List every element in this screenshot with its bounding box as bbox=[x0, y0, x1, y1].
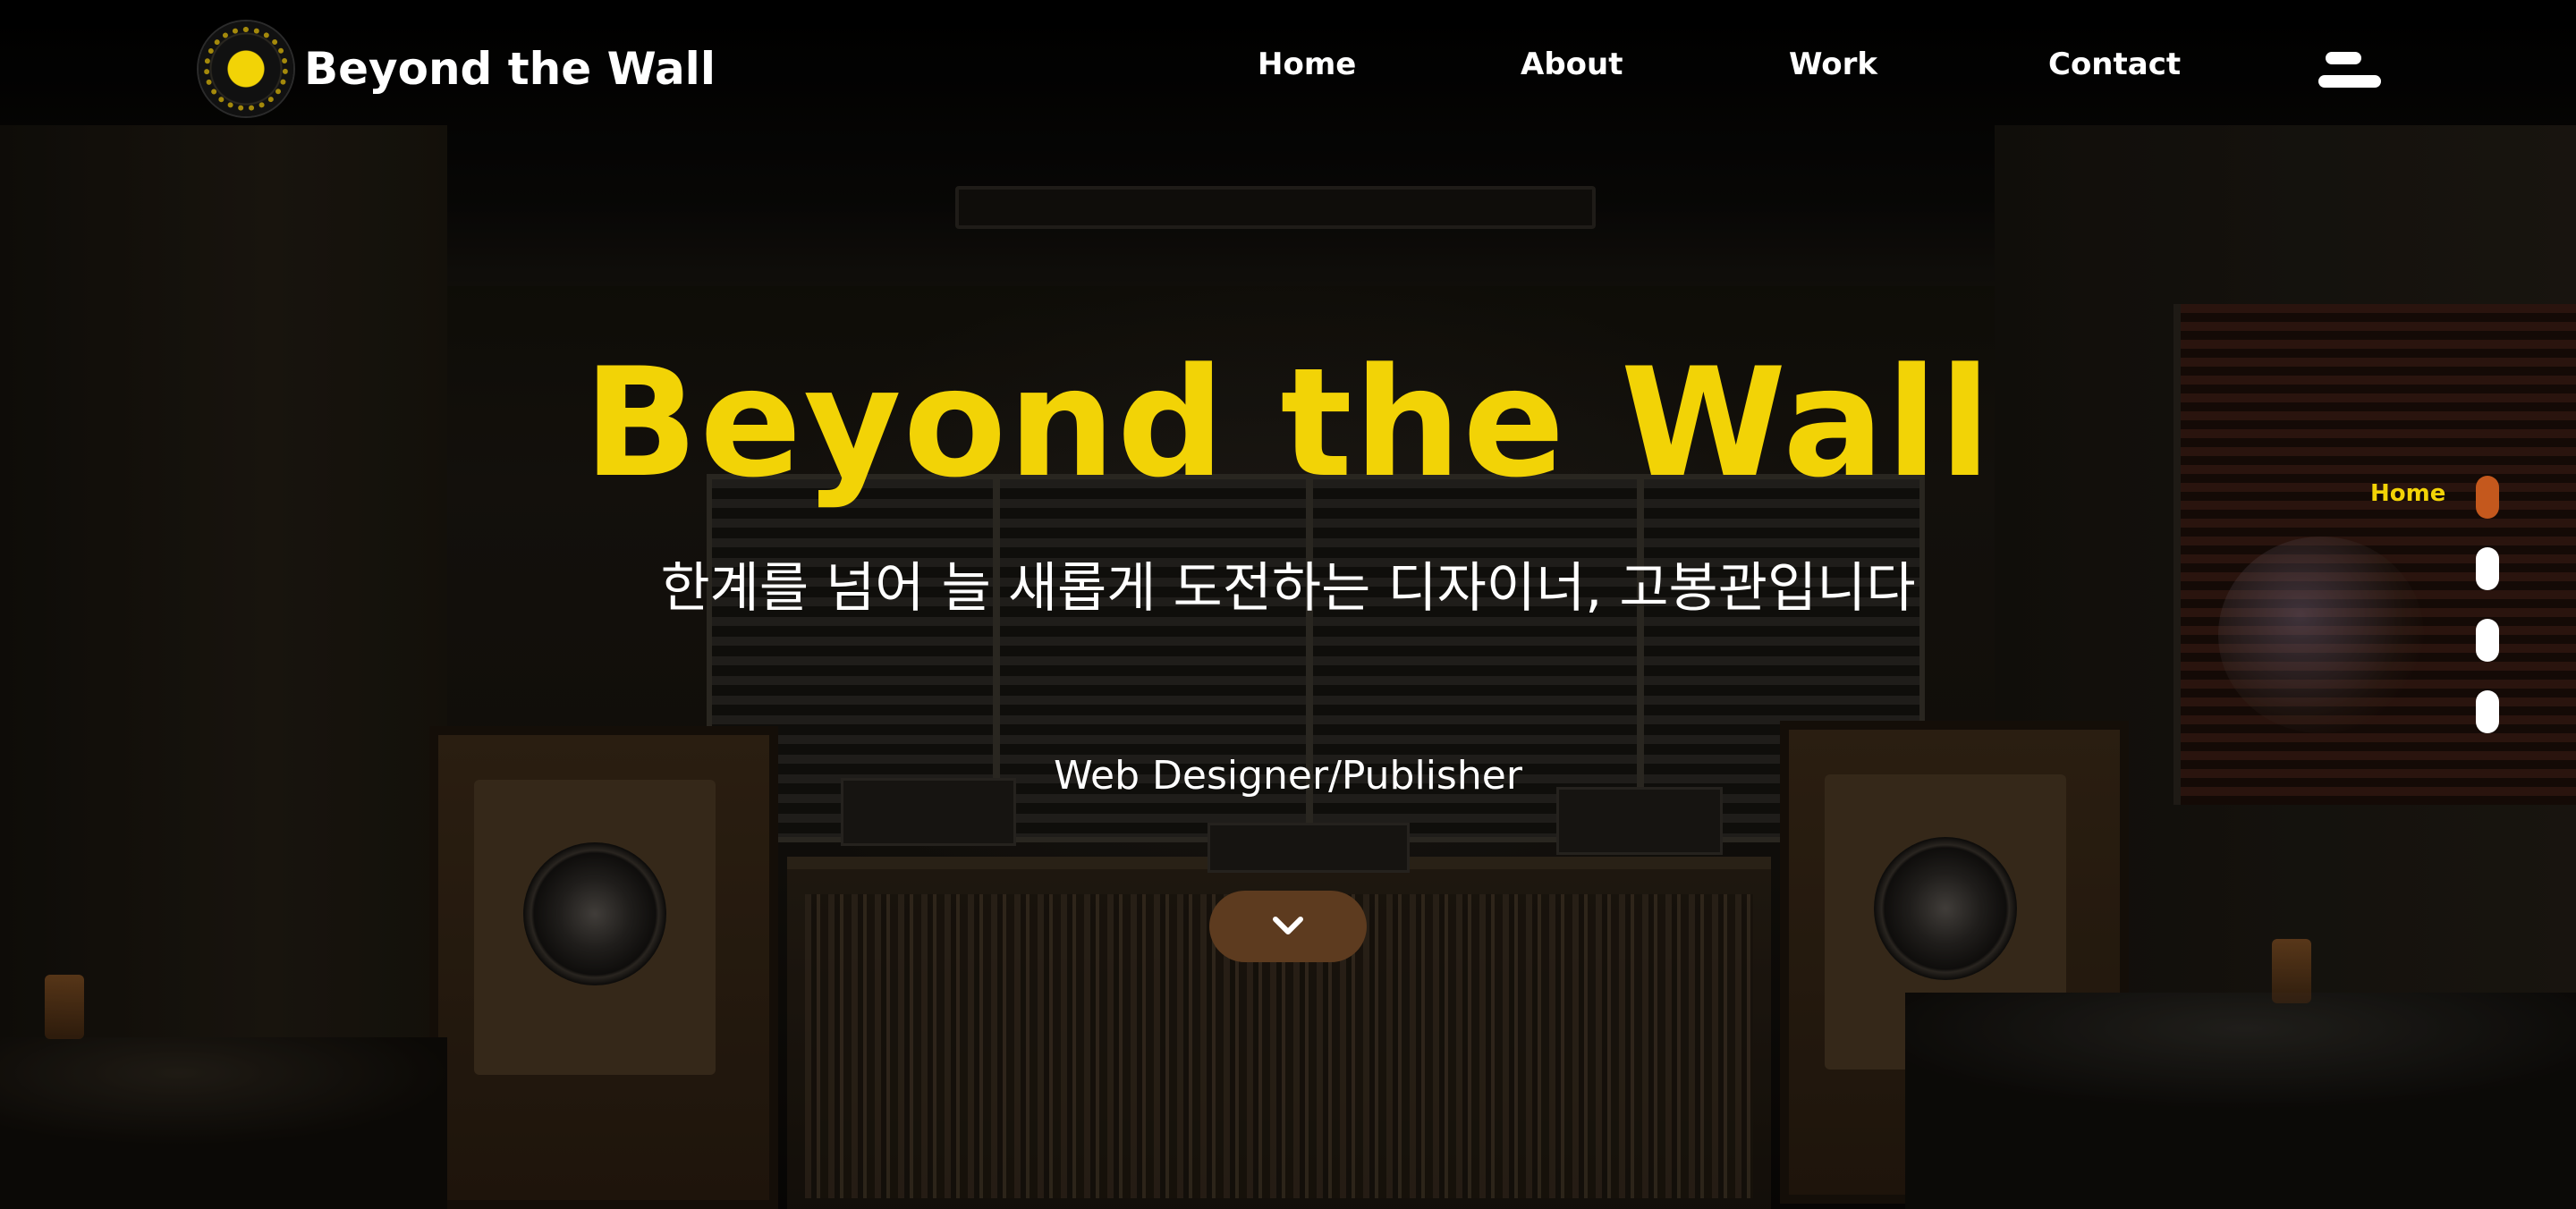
hamburger-menu-icon[interactable] bbox=[2318, 52, 2383, 91]
pager-active-label: Home bbox=[2370, 480, 2446, 507]
nav-home[interactable]: Home bbox=[1258, 46, 1356, 82]
hero-subtitle: 한계를 넘어 늘 새롭게 도전하는 디자이너, 고봉관입니다 bbox=[660, 557, 1916, 620]
page: Beyond the Wall Home About Work Contact … bbox=[0, 0, 2576, 1209]
pager-dot-home[interactable] bbox=[2476, 476, 2499, 519]
nav-about[interactable]: About bbox=[1521, 46, 1623, 82]
chevron-down-icon bbox=[1273, 917, 1303, 934]
scroll-down-button[interactable] bbox=[1209, 891, 1367, 962]
menu-bar-top bbox=[2326, 52, 2361, 64]
pager-dot-about[interactable] bbox=[2476, 547, 2499, 590]
main-nav: Home About Work Contact bbox=[0, 46, 2576, 91]
pager-dot-work[interactable] bbox=[2476, 619, 2499, 662]
pager-dot-contact[interactable] bbox=[2476, 690, 2499, 733]
hero-title: Beyond the Wall bbox=[583, 335, 1993, 511]
site-header: Beyond the Wall Home About Work Contact bbox=[0, 0, 2576, 134]
hero-role: Web Designer/Publisher bbox=[1054, 753, 1522, 799]
nav-contact[interactable]: Contact bbox=[2048, 46, 2181, 82]
nav-work[interactable]: Work bbox=[1789, 46, 1877, 82]
menu-bar-bottom bbox=[2318, 75, 2381, 88]
